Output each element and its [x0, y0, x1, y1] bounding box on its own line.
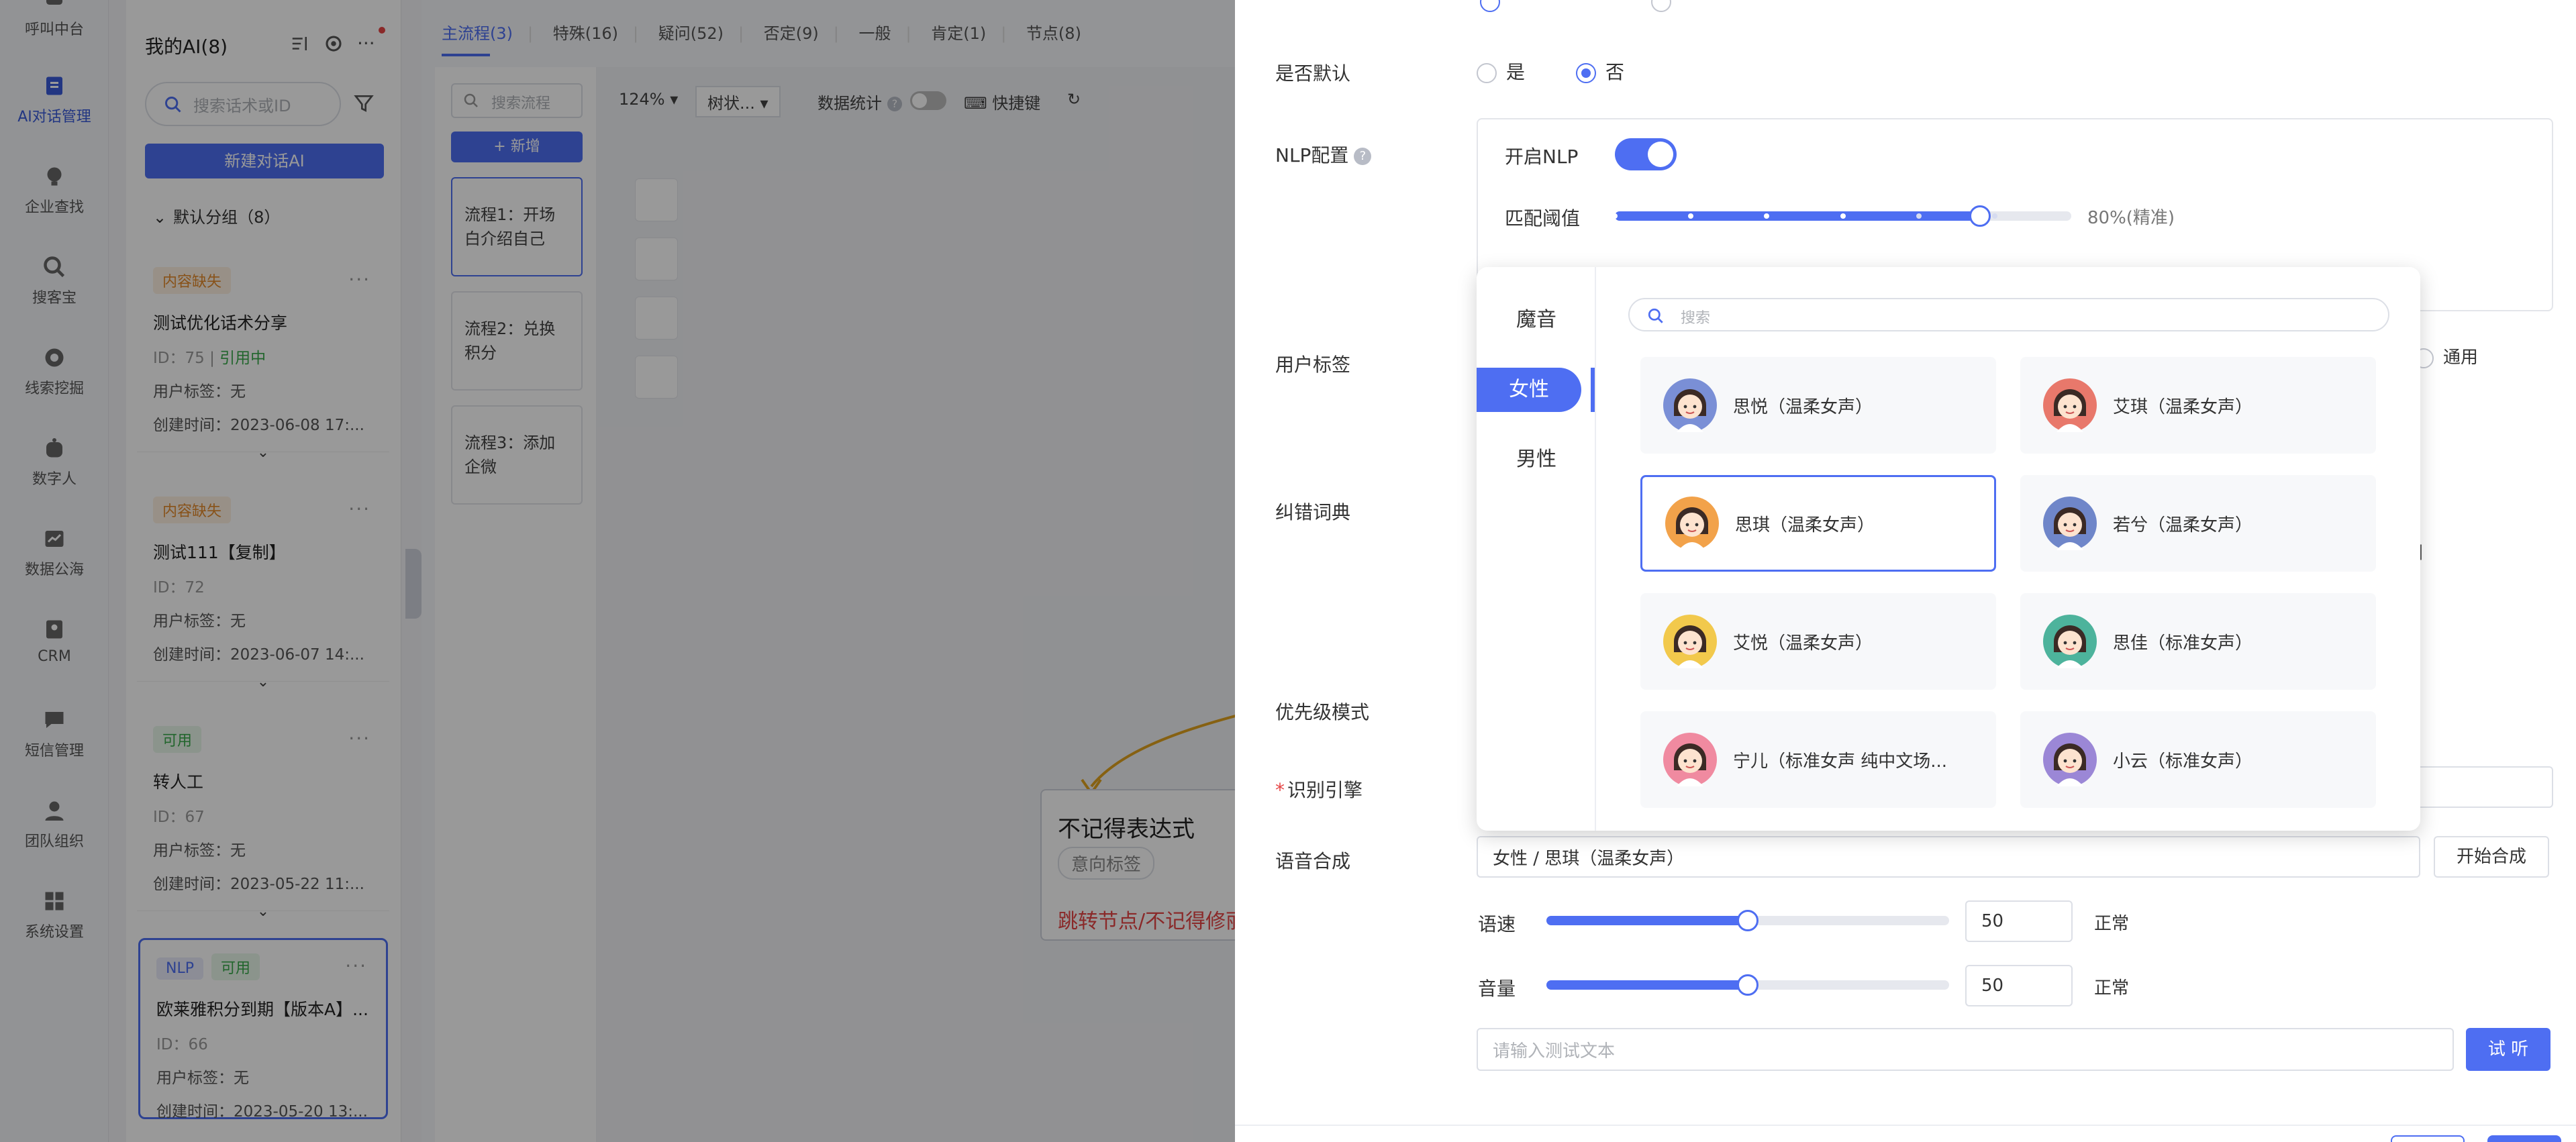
- priority-label: 优先级模式: [1275, 701, 1370, 723]
- voice-name: 若兮（温柔女声）: [2113, 515, 2253, 535]
- voice-option[interactable]: 艾悦（温柔女声）: [1640, 593, 1996, 690]
- dictionary-label: 纠错词典: [1275, 501, 1351, 523]
- help-icon: ?: [1354, 148, 1372, 165]
- speed-slider[interactable]: [1546, 910, 1949, 931]
- voice-option[interactable]: 思悦（温柔女声）: [1640, 357, 1996, 454]
- modal-overlay[interactable]: [0, 0, 1235, 1142]
- user-tag-general-radio[interactable]: 通用: [2414, 344, 2478, 368]
- test-text-input[interactable]: 请输入测试文本: [1477, 1028, 2454, 1071]
- match-threshold-value: 80%(精准): [2087, 208, 2175, 228]
- match-threshold-label: 匹配阈值: [1505, 207, 1581, 229]
- avatar-icon: [2043, 378, 2097, 432]
- voice-option[interactable]: 小云（标准女声）: [2020, 711, 2376, 808]
- voice-option-selected[interactable]: 思琪（温柔女声）: [1640, 475, 1996, 572]
- default-no-radio[interactable]: 否: [1576, 58, 1624, 85]
- speed-status: 正常: [2094, 914, 2130, 934]
- default-label: 是否默认: [1275, 62, 1351, 85]
- tts-label: 语音合成: [1275, 850, 1351, 872]
- voice-option[interactable]: 思佳（标准女声）: [2020, 593, 2376, 690]
- voice-option[interactable]: 若兮（温柔女声）: [2020, 475, 2376, 572]
- avatar-icon: [2043, 497, 2097, 550]
- tts-select[interactable]: 女性 / 思琪（温柔女声）: [1477, 836, 2420, 878]
- voice-name: 小云（标准女声）: [2113, 751, 2253, 772]
- user-tag-label: 用户标签: [1275, 354, 1351, 376]
- avatar-icon: [2043, 733, 2097, 786]
- voice-option[interactable]: 艾琪（温柔女声）: [2020, 357, 2376, 454]
- match-threshold-slider[interactable]: [1612, 205, 2071, 227]
- speed-input[interactable]: 50: [1965, 900, 2073, 942]
- voice-option[interactable]: 宁儿（标准女声 纯中文场...: [1640, 711, 1996, 808]
- nlp-enable-label: 开启NLP: [1505, 146, 1579, 168]
- voice-name: 思悦（温柔女声）: [1733, 397, 1873, 417]
- voice-name: 艾琪（温柔女声）: [2113, 397, 2253, 417]
- avatar-icon: [1663, 615, 1717, 668]
- listen-button[interactable]: 试 听: [2466, 1028, 2550, 1071]
- voice-name: 艾悦（温柔女声）: [1733, 633, 1873, 654]
- avatar-icon: [2043, 615, 2097, 668]
- voice-name: 思琪（温柔女声）: [1735, 515, 1875, 535]
- footer-button-partial[interactable]: [2391, 1135, 2465, 1142]
- radio-partial[interactable]: [1480, 0, 1500, 12]
- voice-name: 宁儿（标准女声 纯中文场...: [1733, 751, 1948, 772]
- nlp-label: NLP配置?: [1275, 141, 1372, 168]
- avatar-icon: [1663, 733, 1717, 786]
- nlp-toggle[interactable]: [1615, 138, 1677, 170]
- avatar-icon: [1663, 378, 1717, 432]
- voice-grid: 思悦（温柔女声） 艾琪（温柔女声） 思琪（温柔女声） 若兮（温柔女声） 艾悦（温柔女声）…: [1477, 267, 2420, 831]
- voice-name: 思佳（标准女声）: [2113, 633, 2253, 654]
- default-yes-radio[interactable]: 是: [1477, 58, 1525, 85]
- volume-status: 正常: [2094, 978, 2130, 998]
- radio-partial[interactable]: [1651, 0, 1671, 12]
- speed-label: 语速: [1478, 913, 1516, 935]
- engine-label: * 识别引擎: [1275, 779, 1363, 801]
- volume-label: 音量: [1478, 978, 1516, 1000]
- volume-input[interactable]: 50: [1965, 965, 2073, 1006]
- footer-divider: [1235, 1125, 2576, 1126]
- engine-select[interactable]: [2416, 766, 2553, 808]
- voice-picker-dropdown: 魔音 女性 男性 搜索 思悦（温柔女声） 艾琪（温柔女声） 思琪（温柔女声） 若兮（温…: [1477, 267, 2420, 831]
- avatar-icon: [1665, 497, 1719, 550]
- start-synthesis-button[interactable]: 开始合成: [2434, 836, 2549, 878]
- footer-button-partial[interactable]: [2487, 1135, 2561, 1142]
- volume-slider[interactable]: [1546, 974, 1949, 996]
